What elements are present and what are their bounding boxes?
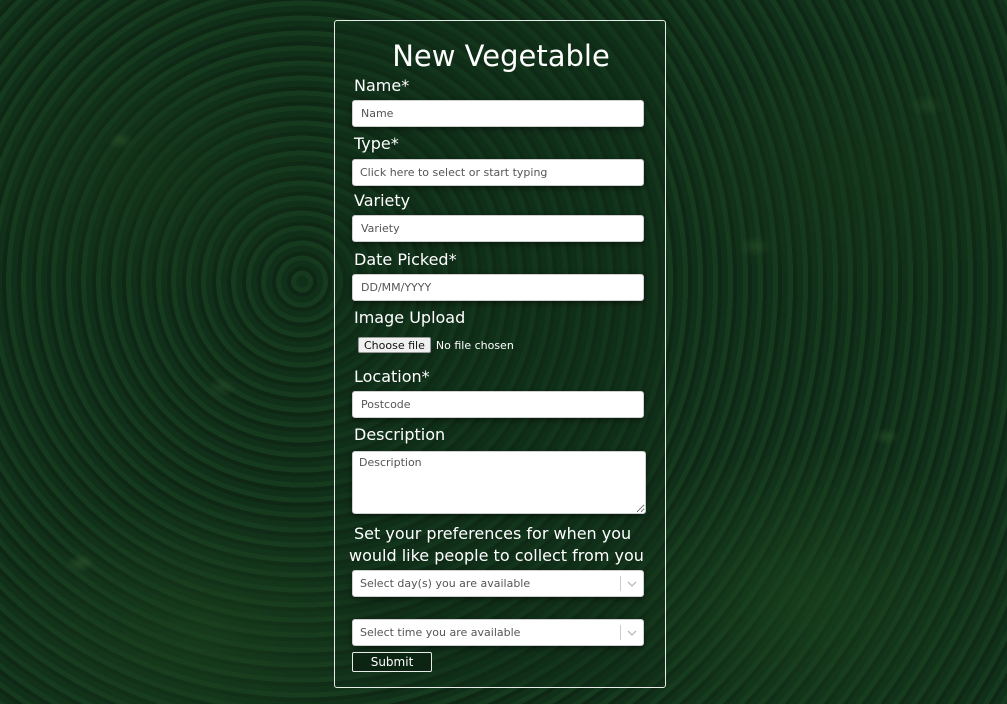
name-input[interactable] [352, 100, 644, 127]
file-status-text: No file chosen [435, 338, 514, 352]
type-combobox-input[interactable] [352, 159, 644, 186]
time-available-select[interactable]: Select time you are available [352, 619, 644, 646]
submit-button[interactable]: Submit [352, 652, 432, 672]
days-available-select[interactable]: Select day(s) you are available [352, 570, 644, 597]
days-select-placeholder: Select day(s) you are available [360, 577, 531, 590]
image-upload-label: Image Upload [354, 308, 466, 327]
variety-input[interactable] [352, 215, 644, 242]
type-label: Type* [354, 134, 399, 153]
form-title: New Vegetable [392, 39, 610, 73]
date-picked-input[interactable] [352, 274, 644, 301]
chevron-down-icon[interactable] [621, 571, 643, 596]
choose-file-button[interactable]: Choose file [358, 337, 431, 353]
chevron-down-icon[interactable] [621, 620, 643, 645]
new-vegetable-form: New Vegetable Name* Type* Variety Date P… [334, 20, 666, 688]
postcode-input[interactable] [352, 391, 644, 418]
preferences-line-1: Set your preferences for when you [354, 524, 632, 543]
description-textarea[interactable] [352, 451, 646, 514]
name-label: Name* [354, 76, 410, 95]
preferences-line-2: would like people to collect from you [349, 546, 644, 565]
image-upload-control: Choose file No file chosen [358, 337, 514, 353]
date-picked-label: Date Picked* [354, 250, 457, 269]
description-label: Description [354, 425, 446, 444]
time-select-placeholder: Select time you are available [360, 626, 521, 639]
preferences-heading: Set your preferences for when you would … [349, 523, 649, 567]
variety-label: Variety [354, 191, 411, 210]
location-label: Location* [354, 367, 430, 386]
